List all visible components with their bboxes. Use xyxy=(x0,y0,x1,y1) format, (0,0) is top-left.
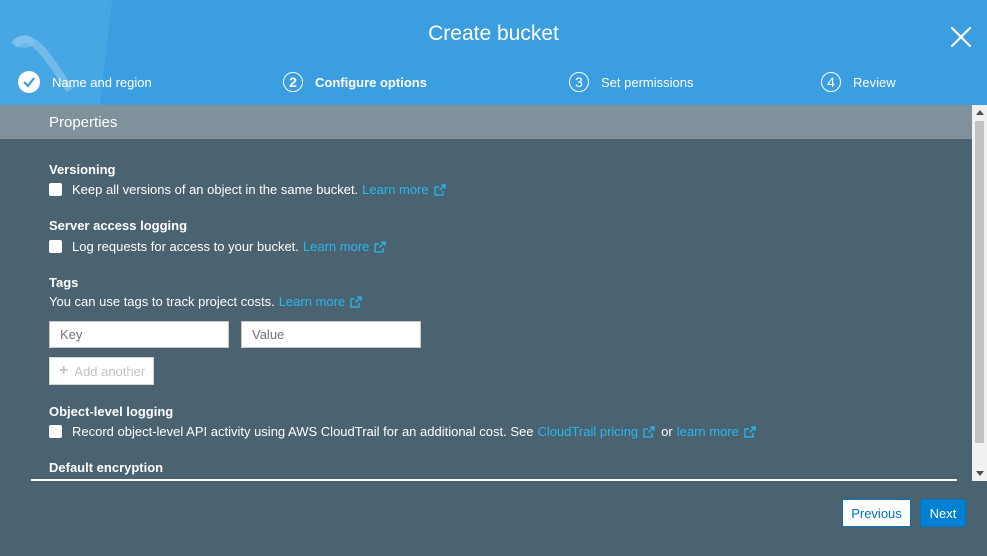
link-label: Learn more xyxy=(278,294,346,309)
tag-key-input[interactable] xyxy=(49,321,229,348)
external-link-icon xyxy=(350,295,362,308)
add-another-label: Add another xyxy=(74,363,146,379)
step-set-permissions[interactable]: 3 Set permissions xyxy=(569,70,693,94)
object-logging-learn-more-link[interactable]: learn more xyxy=(677,424,756,439)
default-encryption-title: Default encryption xyxy=(49,460,164,475)
step-review[interactable]: 4 Review xyxy=(821,70,896,94)
close-icon[interactable] xyxy=(946,22,976,52)
scroll-up-icon[interactable] xyxy=(976,110,984,115)
dialog-header: Create bucket Name and region 2 Configur… xyxy=(0,0,987,105)
tag-value-input[interactable] xyxy=(241,321,421,348)
external-link-icon xyxy=(374,240,387,253)
versioning-text: Keep all versions of an object in the sa… xyxy=(72,182,359,197)
step-label: Name and region xyxy=(52,74,152,90)
dialog-title: Create bucket xyxy=(428,22,559,45)
versioning-title: Versioning xyxy=(49,162,116,177)
properties-heading: Properties xyxy=(49,114,118,131)
step-name-and-region[interactable]: Name and region xyxy=(18,70,152,94)
check-circle-icon xyxy=(18,71,40,93)
scroll-down-icon[interactable] xyxy=(976,471,984,476)
tags-description-row: You can use tags to track project costs.… xyxy=(49,294,362,309)
content-divider xyxy=(31,479,957,481)
server-logging-learn-more-link[interactable]: Learn more xyxy=(302,239,387,254)
plus-icon: + xyxy=(59,362,69,379)
link-label: Learn more xyxy=(362,182,429,197)
link-label: CloudTrail pricing xyxy=(537,424,639,439)
object-logging-text: Record object-level API activity using A… xyxy=(72,424,534,439)
scrollbar-thumb[interactable] xyxy=(975,121,984,443)
versioning-checkbox[interactable] xyxy=(49,183,62,196)
next-button[interactable]: Next xyxy=(920,499,966,527)
step-label: Review xyxy=(853,74,896,90)
versioning-learn-more-link[interactable]: Learn more xyxy=(362,182,446,197)
step-number: 3 xyxy=(569,72,589,92)
versioning-row: Keep all versions of an object in the sa… xyxy=(49,182,446,197)
external-link-icon xyxy=(744,425,756,438)
link-label: Learn more xyxy=(302,239,370,254)
step-configure-options[interactable]: 2 Configure options xyxy=(283,70,427,94)
cloudtrail-pricing-link[interactable]: CloudTrail pricing xyxy=(537,424,655,439)
step-label: Configure options xyxy=(315,74,427,90)
tags-learn-more-link[interactable]: Learn more xyxy=(279,294,362,309)
object-logging-title: Object-level logging xyxy=(49,404,174,419)
server-logging-title: Server access logging xyxy=(49,218,188,233)
step-number: 4 xyxy=(821,72,841,92)
object-logging-checkbox[interactable] xyxy=(49,425,62,438)
server-logging-row: Log requests for access to your bucket. … xyxy=(49,239,387,254)
add-another-tag-button[interactable]: + Add another xyxy=(49,357,154,385)
external-link-icon xyxy=(643,425,655,438)
or-text: or xyxy=(661,424,673,439)
tags-title: Tags xyxy=(49,275,79,290)
properties-bar: Properties xyxy=(0,105,972,139)
server-logging-checkbox[interactable] xyxy=(49,240,62,253)
object-logging-row: Record object-level API activity using A… xyxy=(49,424,756,439)
scrollbar[interactable] xyxy=(972,105,987,481)
link-label: learn more xyxy=(676,424,739,439)
server-logging-text: Log requests for access to your bucket. xyxy=(72,239,299,254)
step-number: 2 xyxy=(283,72,303,92)
external-link-icon xyxy=(434,183,446,196)
tags-text: You can use tags to track project costs. xyxy=(49,294,275,309)
step-label: Set permissions xyxy=(601,74,694,90)
previous-button[interactable]: Previous xyxy=(842,499,911,527)
